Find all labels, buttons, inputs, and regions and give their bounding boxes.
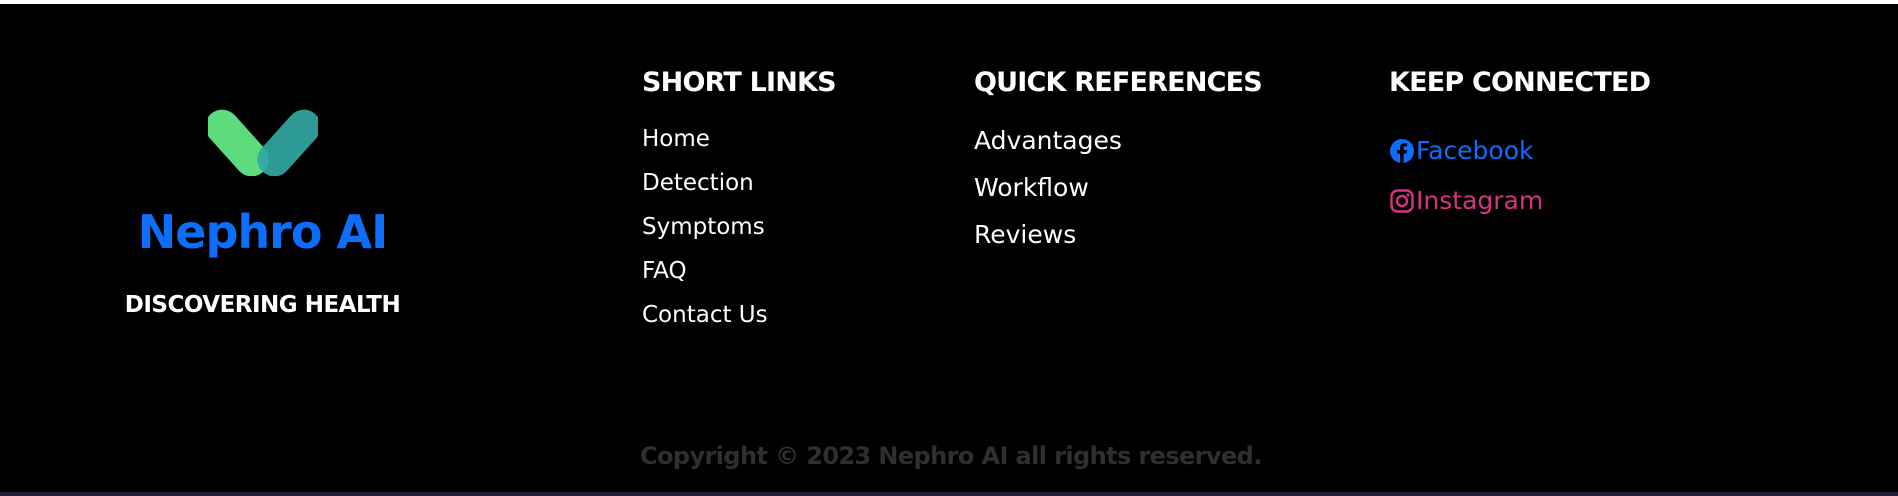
footer-link-reviews[interactable]: Reviews <box>974 220 1262 267</box>
footer-link-symptoms[interactable]: Symptoms <box>642 214 836 258</box>
copyright-text: Copyright © 2023 Nephro AI all rights re… <box>640 442 1262 470</box>
instagram-link[interactable]: Instagram <box>1389 176 1650 226</box>
footer-link-faq[interactable]: FAQ <box>642 258 836 302</box>
heart-check-logo <box>207 109 318 176</box>
short-links-section: SHORT LINKS Home Detection Symptoms FAQ … <box>642 66 837 346</box>
footer-brand: Nephro AI DISCOVERING HEALTH <box>110 84 415 319</box>
facebook-label: Facebook <box>1416 136 1534 165</box>
bottom-edge-strip <box>0 492 1898 496</box>
facebook-link[interactable]: Facebook <box>1389 126 1650 176</box>
keep-connected-title: KEEP CONNECTED <box>1389 67 1651 98</box>
instagram-icon <box>1390 189 1414 213</box>
footer-link-contact-us[interactable]: Contact Us <box>642 302 836 346</box>
footer-link-detection[interactable]: Detection <box>642 170 836 214</box>
facebook-icon <box>1390 139 1414 163</box>
short-links-list: Home Detection Symptoms FAQ Contact Us <box>642 126 836 346</box>
quick-references-title: QUICK REFERENCES <box>974 67 1263 98</box>
footer-link-advantages[interactable]: Advantages <box>974 126 1262 173</box>
social-links-list: Facebook Instagram <box>1389 126 1650 226</box>
brand-tagline: DISCOVERING HEALTH <box>124 292 401 318</box>
brand-name: Nephro AI <box>137 205 388 259</box>
keep-connected-section: KEEP CONNECTED Facebook Instagram <box>1389 66 1651 226</box>
quick-references-list: Advantages Workflow Reviews <box>974 126 1262 267</box>
quick-references-section: QUICK REFERENCES Advantages Workflow Rev… <box>974 66 1263 267</box>
short-links-title: SHORT LINKS <box>642 67 837 98</box>
site-footer: Nephro AI DISCOVERING HEALTH SHORT LINKS… <box>0 4 1898 492</box>
footer-link-workflow[interactable]: Workflow <box>974 173 1262 220</box>
instagram-label: Instagram <box>1416 186 1544 215</box>
footer-link-home[interactable]: Home <box>642 126 836 170</box>
